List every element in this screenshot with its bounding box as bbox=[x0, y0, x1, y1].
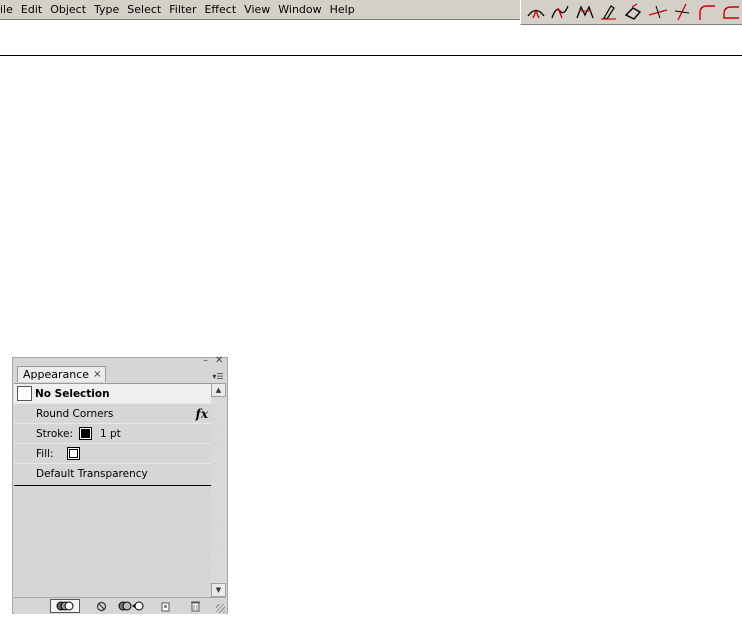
menu-object[interactable]: Object bbox=[46, 1, 90, 19]
anchor-convert-icon[interactable] bbox=[525, 2, 546, 22]
path-tools-toolbar bbox=[520, 0, 742, 25]
fill-label: Fill: bbox=[36, 447, 54, 460]
round-join-icon[interactable] bbox=[721, 2, 742, 22]
scroll-down-icon[interactable]: ▼ bbox=[211, 583, 226, 597]
eraser-icon[interactable] bbox=[623, 2, 644, 22]
list-divider bbox=[14, 485, 211, 486]
transparency-label: Default Transparency bbox=[36, 468, 148, 480]
menu-filter[interactable]: Filter bbox=[165, 1, 200, 19]
anchor-corner-icon[interactable] bbox=[574, 2, 595, 22]
stroke-weight: 1 pt bbox=[100, 427, 121, 440]
round-corner-icon[interactable] bbox=[696, 2, 717, 22]
tab-label: Appearance bbox=[23, 368, 90, 381]
duplicate-item-icon[interactable] bbox=[158, 599, 172, 613]
resize-grip[interactable] bbox=[216, 604, 225, 613]
pen-delete-anchor-icon[interactable] bbox=[598, 2, 619, 22]
menu-effect[interactable]: Effect bbox=[200, 1, 240, 19]
appearance-list: No Selection Round Corners fx Stroke: 1 … bbox=[14, 383, 211, 598]
panel-menu-icon[interactable]: ▾☰ bbox=[211, 371, 225, 381]
menu-select[interactable]: Select bbox=[123, 1, 165, 19]
appearance-panel: – ✕ Appearance × ▾☰ No Selection Round C… bbox=[12, 355, 228, 614]
menu-file[interactable]: ile bbox=[0, 1, 17, 19]
document-edge bbox=[0, 55, 742, 56]
menu-help[interactable]: Help bbox=[326, 1, 359, 19]
transparency-row[interactable]: Default Transparency bbox=[14, 464, 211, 484]
selection-thumbnail bbox=[17, 386, 32, 401]
effect-label: Round Corners bbox=[36, 407, 114, 420]
knife-icon[interactable] bbox=[672, 2, 693, 22]
reduce-to-basic-appearance-icon[interactable] bbox=[117, 599, 145, 613]
menu-edit[interactable]: Edit bbox=[17, 1, 46, 19]
scroll-up-icon[interactable]: ▲ bbox=[211, 383, 226, 397]
stroke-swatch[interactable] bbox=[79, 427, 92, 440]
fill-row[interactable]: Fill: bbox=[14, 444, 211, 464]
minimize-icon[interactable]: – bbox=[203, 355, 208, 367]
menu-view[interactable]: View bbox=[240, 1, 274, 19]
clear-appearance-icon[interactable] bbox=[94, 599, 108, 613]
tab-appearance[interactable]: Appearance × bbox=[17, 366, 107, 382]
fx-icon[interactable]: fx bbox=[196, 407, 208, 421]
menu-bar: ile Edit Object Type Select Filter Effec… bbox=[0, 0, 520, 20]
cut-path-icon[interactable] bbox=[647, 2, 668, 22]
new-art-maintains-appearance-icon[interactable] bbox=[50, 599, 80, 613]
effect-row[interactable]: Round Corners fx bbox=[14, 404, 211, 424]
stroke-label: Stroke: bbox=[36, 427, 73, 440]
appearance-header-row[interactable]: No Selection bbox=[14, 384, 211, 404]
vertical-scrollbar[interactable]: ▲ ▼ bbox=[211, 383, 226, 597]
menu-window[interactable]: Window bbox=[274, 1, 325, 19]
stroke-row[interactable]: Stroke: 1 pt bbox=[14, 424, 211, 444]
delete-item-icon[interactable] bbox=[188, 599, 202, 613]
fill-swatch[interactable] bbox=[66, 447, 80, 460]
selection-label: No Selection bbox=[35, 387, 110, 400]
menu-type[interactable]: Type bbox=[90, 1, 123, 19]
close-panel-icon[interactable]: ✕ bbox=[215, 355, 223, 367]
tab-close-icon[interactable]: × bbox=[93, 369, 101, 380]
anchor-smooth-icon[interactable] bbox=[549, 2, 570, 22]
panel-footer bbox=[14, 597, 226, 614]
